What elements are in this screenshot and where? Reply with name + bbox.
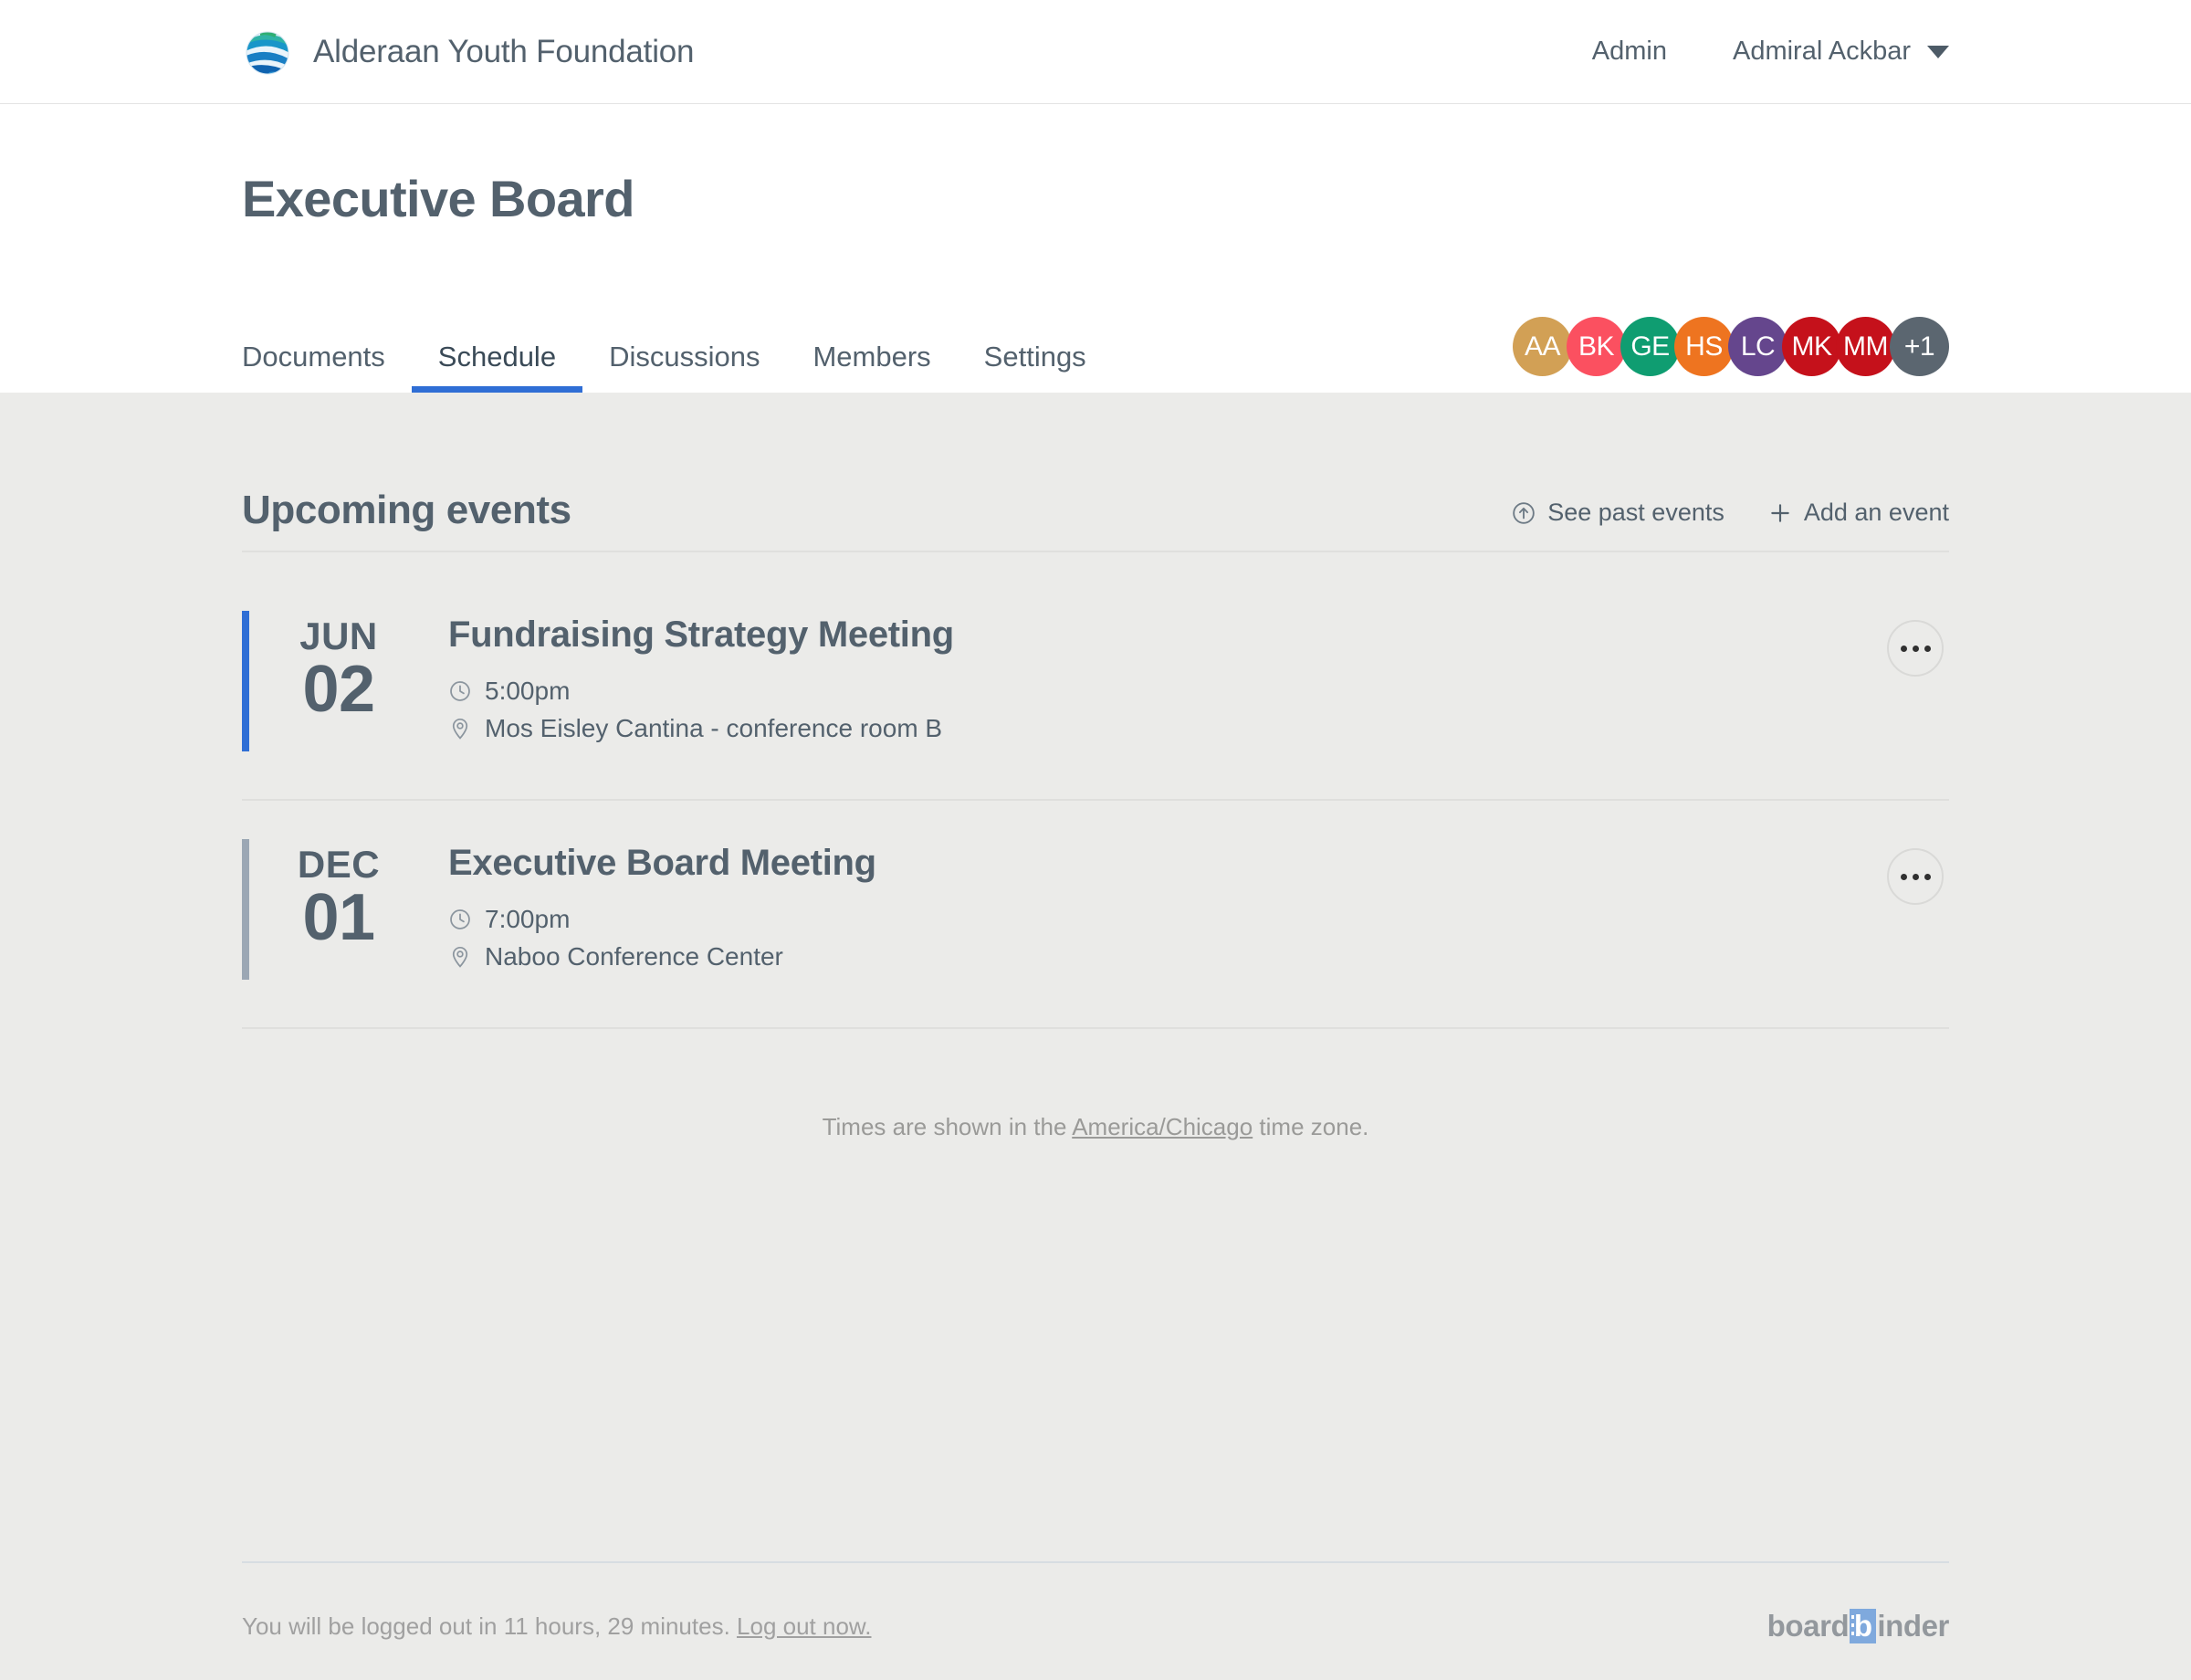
- event-title[interactable]: Executive Board Meeting: [448, 841, 1887, 885]
- clock-icon: [450, 681, 470, 701]
- timezone-note-prefix: Times are shown in the: [822, 1113, 1073, 1140]
- tab-schedule[interactable]: Schedule: [411, 342, 583, 393]
- event-date: DEC 01: [249, 839, 428, 950]
- event-options-button[interactable]: [1887, 620, 1944, 677]
- event-body: Executive Board Meeting 7:00pm Naboo Confe…: [428, 839, 1887, 980]
- tab-list: Documents Schedule Discussions Members S…: [242, 292, 1113, 393]
- add-event-label: Add an event: [1803, 499, 1949, 526]
- member-avatar[interactable]: LC: [1728, 317, 1787, 376]
- event-month: JUN: [299, 614, 378, 657]
- event-options-button[interactable]: [1887, 848, 1944, 905]
- topbar-right-group: Admin Admiral Ackbar: [1592, 37, 1949, 67]
- tab-discussions[interactable]: Discussions: [582, 342, 786, 393]
- circle-arrow-up-icon: [1513, 501, 1535, 524]
- section-actions: See past events Add an event: [1512, 499, 1949, 530]
- event-day: 02: [302, 653, 375, 727]
- boardbinder-logo[interactable]: board b inder: [1767, 1609, 1949, 1643]
- event-accent-bar: [242, 839, 249, 980]
- event-accent-bar: [242, 611, 249, 751]
- user-name-label: Admiral Ackbar: [1732, 37, 1911, 66]
- tab-settings[interactable]: Settings: [958, 342, 1113, 393]
- page-title: Executive Board: [242, 170, 634, 227]
- member-avatar-group: AA BK GE HS LC MK MM +1: [1513, 317, 1949, 393]
- event-body: Fundraising Strategy Meeting 5:00pm Mos Ei…: [428, 611, 1887, 751]
- boardbinder-logo-part2: inder: [1877, 1609, 1949, 1643]
- event-location-row: Mos Eisley Cantina - conference room B: [448, 714, 1887, 743]
- event-row[interactable]: DEC 01 Executive Board Meeting 7:00pm Naboo …: [242, 801, 1949, 1029]
- member-avatar[interactable]: BK: [1567, 317, 1626, 376]
- event-location: Naboo Conference Center: [485, 942, 783, 971]
- event-time-row: 5:00pm: [448, 677, 1887, 706]
- user-menu[interactable]: Admiral Ackbar: [1733, 37, 1949, 67]
- brand-name: Alderaan Youth Foundation: [313, 33, 695, 69]
- see-past-events-label: See past events: [1547, 499, 1724, 526]
- tab-documents[interactable]: Documents: [242, 342, 412, 393]
- ellipsis-icon: [1900, 873, 1907, 880]
- tab-members[interactable]: Members: [786, 342, 957, 393]
- event-time-row: 7:00pm: [448, 905, 1887, 934]
- member-avatar[interactable]: +1: [1890, 317, 1949, 376]
- plus-icon: [1771, 503, 1789, 522]
- brand-home-link[interactable]: Alderaan Youth Foundation: [242, 26, 695, 78]
- event-location: Mos Eisley Cantina - conference room B: [485, 714, 943, 742]
- ellipsis-icon: [1912, 645, 1919, 652]
- event-title[interactable]: Fundraising Strategy Meeting: [448, 613, 1887, 656]
- member-avatar[interactable]: MM: [1836, 317, 1895, 376]
- page-header: Executive Board Documents Schedule Discu…: [0, 104, 2191, 393]
- event-row[interactable]: JUN 02 Fundraising Strategy Meeting 5:00pm M…: [242, 572, 1949, 801]
- event-list: JUN 02 Fundraising Strategy Meeting 5:00pm M…: [242, 552, 1949, 1029]
- main-content: Upcoming events See past events Add an e…: [0, 393, 2191, 1379]
- add-event-button[interactable]: Add an event: [1768, 499, 1949, 527]
- ellipsis-icon: [1900, 645, 1907, 652]
- footer-inner: You will be logged out in 11 hours, 29 m…: [242, 1561, 1949, 1680]
- top-navigation-bar: Alderaan Youth Foundation Admin Admiral …: [0, 0, 2191, 104]
- session-timeout-text: You will be logged out in 11 hours, 29 m…: [242, 1612, 872, 1641]
- log-out-now-link[interactable]: Log out now.: [737, 1612, 871, 1640]
- map-pin-icon: [452, 718, 468, 740]
- section-title: Upcoming events: [242, 488, 571, 532]
- timezone-note-suffix: time zone.: [1253, 1113, 1369, 1140]
- event-month: DEC: [297, 843, 381, 886]
- ellipsis-icon: [1924, 873, 1931, 880]
- ellipsis-icon: [1924, 645, 1931, 652]
- member-avatar[interactable]: HS: [1674, 317, 1734, 376]
- member-avatar[interactable]: GE: [1620, 317, 1680, 376]
- member-avatar[interactable]: MK: [1782, 317, 1841, 376]
- chevron-down-icon: [1927, 45, 1949, 58]
- member-avatar[interactable]: AA: [1513, 317, 1572, 376]
- event-date: JUN 02: [249, 611, 428, 722]
- tabs-row: Documents Schedule Discussions Members S…: [242, 292, 1949, 393]
- admin-link[interactable]: Admin: [1592, 37, 1667, 67]
- timezone-link[interactable]: America/Chicago: [1072, 1113, 1253, 1140]
- globe-icon: [246, 31, 289, 74]
- boardbinder-logo-part1: board: [1766, 1609, 1850, 1643]
- event-location-row: Naboo Conference Center: [448, 942, 1887, 971]
- event-day: 01: [302, 881, 375, 955]
- map-pin-icon: [452, 946, 468, 968]
- page-footer: You will be logged out in 11 hours, 29 m…: [0, 1561, 2191, 1680]
- boardbinder-logo-badge: b: [1850, 1609, 1877, 1643]
- event-time: 5:00pm: [485, 677, 571, 705]
- timezone-note: Times are shown in the America/Chicago t…: [242, 1029, 1949, 1141]
- event-time: 7:00pm: [485, 905, 571, 933]
- ellipsis-icon: [1912, 873, 1919, 880]
- session-timeout-label: You will be logged out in 11 hours, 29 m…: [242, 1612, 738, 1640]
- see-past-events-button[interactable]: See past events: [1512, 499, 1724, 527]
- clock-icon: [450, 909, 470, 929]
- section-header: Upcoming events See past events Add an e…: [242, 393, 1949, 552]
